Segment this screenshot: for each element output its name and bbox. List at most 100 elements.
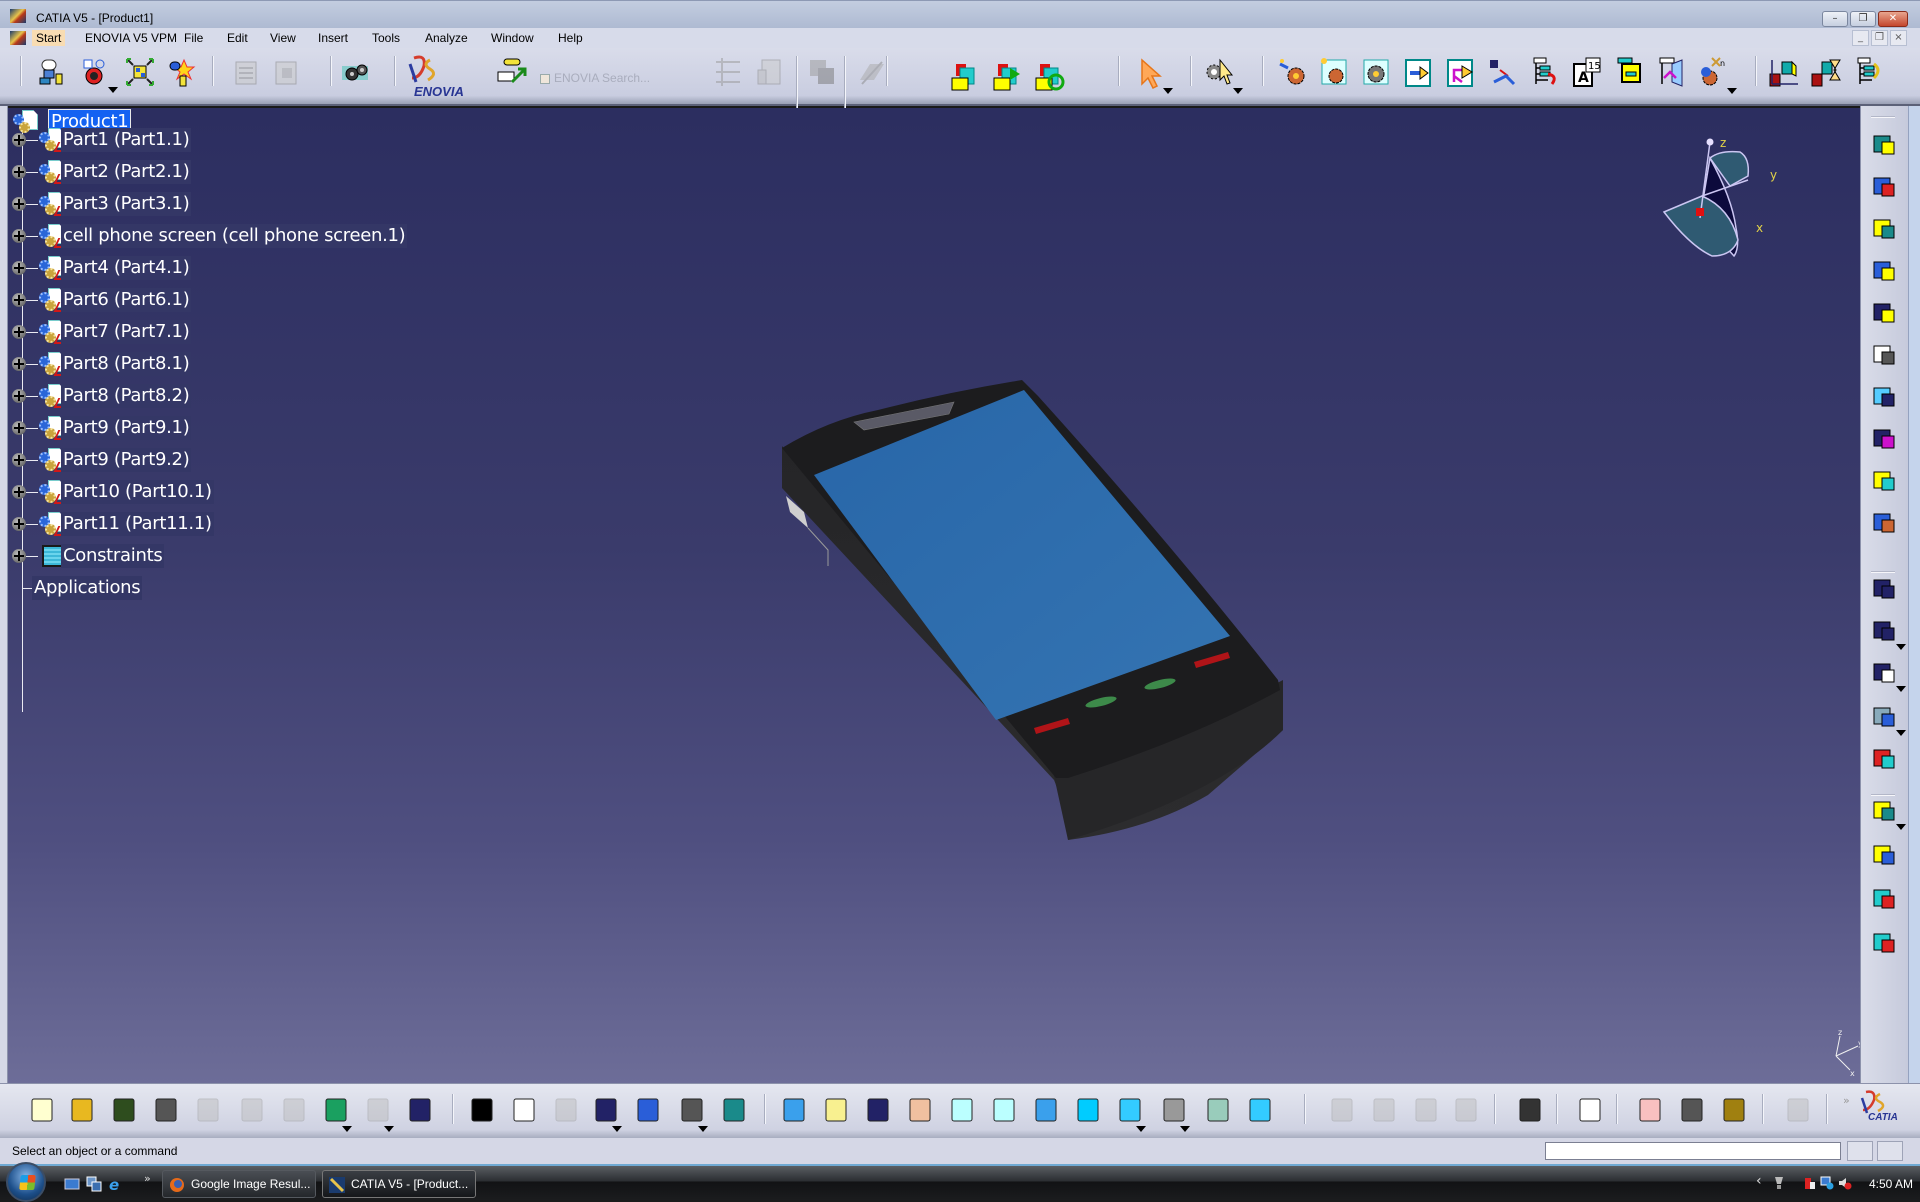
menu-edit[interactable]: Edit	[223, 30, 252, 46]
menu-insert[interactable]: Insert	[314, 30, 352, 46]
constraint-angle-icon[interactable]	[1869, 658, 1899, 688]
comment-icon[interactable]	[508, 1094, 540, 1126]
swap-visible-space-icon[interactable]	[1244, 1094, 1276, 1126]
lock-icon[interactable]	[676, 1094, 708, 1126]
tree-expand-icon[interactable]	[1869, 928, 1899, 958]
bill-of-material-icon[interactable]	[1486, 56, 1518, 88]
compass-handle[interactable]	[1706, 138, 1714, 146]
disabled-tool-icon[interactable]	[806, 56, 838, 88]
dropdown-arrow[interactable]	[698, 1126, 708, 1132]
space-analysis-icon[interactable]	[1869, 130, 1899, 160]
shading-icon[interactable]	[1158, 1094, 1190, 1126]
generate-numbering-icon[interactable]	[1444, 56, 1476, 88]
tray-expand-button[interactable]: ‹	[1756, 1173, 1762, 1189]
expand-plus-icon[interactable]	[12, 485, 26, 499]
dropdown-arrow[interactable]	[1180, 1126, 1190, 1132]
catalog-browser-icon[interactable]	[36, 56, 68, 88]
cut-icon[interactable]	[192, 1094, 224, 1126]
tray-volume-muted-icon[interactable]	[1838, 1176, 1852, 1190]
replace-component-icon[interactable]	[1360, 56, 1392, 88]
save-icon[interactable]	[108, 1094, 140, 1126]
comments-2-icon[interactable]	[1450, 1094, 1482, 1126]
dropdown-arrow[interactable]	[1727, 88, 1737, 94]
enovia-send-icon[interactable]	[496, 56, 528, 88]
paperclip-snap-icon[interactable]	[1869, 340, 1899, 370]
tray-network-icon[interactable]	[1820, 1176, 1834, 1190]
send-to-icon[interactable]	[992, 62, 1024, 94]
reconnect-icon[interactable]	[1869, 744, 1899, 774]
expand-plus-icon[interactable]	[12, 517, 26, 531]
compass-icon[interactable]: z y x	[1660, 138, 1800, 258]
product-manager-icon[interactable]	[78, 56, 110, 88]
tree-item-label[interactable]: Part8 (Part8.2)	[61, 384, 192, 408]
measure-item-icon[interactable]	[1676, 1094, 1708, 1126]
dismiss-icon[interactable]	[1326, 1094, 1358, 1126]
tree-item-label[interactable]: Part8 (Part8.1)	[61, 352, 192, 376]
redo-icon[interactable]	[362, 1094, 394, 1126]
tree-item-label[interactable]: Part6 (Part6.1)	[61, 288, 192, 312]
dropdown-arrow[interactable]	[1163, 88, 1173, 94]
explode-icon[interactable]	[1869, 424, 1899, 454]
taskbar-catia[interactable]: CATIA V5 - [Product...	[322, 1170, 476, 1198]
copy-icon[interactable]	[236, 1094, 268, 1126]
print-icon[interactable]	[150, 1094, 182, 1126]
fix-together-icon[interactable]	[1869, 508, 1899, 538]
table-icon[interactable]	[590, 1094, 622, 1126]
pan-icon[interactable]	[862, 1094, 894, 1126]
dropdown-arrow[interactable]	[612, 1126, 622, 1132]
3d-viewport[interactable]: Product1 Part1 (Part1.1) Part2 (Part2.1) P…	[8, 108, 1860, 1083]
selective-load-icon[interactable]	[1528, 56, 1560, 88]
normal-view-icon[interactable]	[1030, 1094, 1062, 1126]
dropdown-arrow[interactable]	[1136, 1126, 1146, 1132]
show-desktop-icon[interactable]	[64, 1176, 80, 1192]
tray-clock[interactable]: 4:50 AM	[1869, 1177, 1913, 1191]
quicklaunch-more[interactable]: »	[144, 1172, 151, 1185]
start-button[interactable]	[6, 1162, 46, 1202]
constraint-fix-icon[interactable]	[1869, 702, 1899, 732]
taskbar-firefox[interactable]: Google Image Resul...	[162, 1170, 316, 1198]
measure-inertia-icon[interactable]	[1718, 1094, 1750, 1126]
new-component-icon[interactable]	[164, 56, 196, 88]
close-button[interactable]: ✕	[1878, 11, 1908, 27]
more-tools-chevron[interactable]: »	[1843, 1094, 1850, 1107]
menu-tools[interactable]: Tools	[368, 30, 404, 46]
toolbar-grip[interactable]	[1871, 571, 1895, 573]
disabled-tool-icon[interactable]	[754, 56, 786, 88]
knowledge-select-icon[interactable]	[1204, 56, 1236, 88]
dropdown-arrow[interactable]	[108, 87, 118, 93]
tree-item-label[interactable]: Part9 (Part9.2)	[61, 448, 192, 472]
expand-plus-icon[interactable]	[12, 165, 26, 179]
manipulation-icon[interactable]	[1869, 382, 1899, 412]
macro-icon[interactable]	[1574, 1094, 1606, 1126]
tray-trophy-icon[interactable]	[1772, 1176, 1786, 1190]
expand-plus-icon[interactable]	[12, 229, 26, 243]
doc-minimize-button[interactable]: _	[1852, 30, 1869, 46]
flexible-sub-assembly-icon[interactable]	[1810, 56, 1842, 88]
tree-item-label[interactable]: cell phone screen (cell phone screen.1)	[61, 224, 408, 248]
multi-view-icon[interactable]	[1072, 1094, 1104, 1126]
tree-item-label[interactable]: Part2 (Part2.1)	[61, 160, 192, 184]
expand-plus-icon[interactable]	[12, 133, 26, 147]
comments-1-icon[interactable]	[1410, 1094, 1442, 1126]
command-search-button[interactable]	[1877, 1141, 1903, 1161]
cell-phone-model[interactable]	[768, 340, 1288, 920]
isometric-view-icon[interactable]	[1114, 1094, 1146, 1126]
select-arrow-icon[interactable]	[1136, 58, 1168, 90]
minimize-button[interactable]: –	[1822, 11, 1848, 27]
graph-tree-reorder-icon[interactable]	[1402, 56, 1434, 88]
disabled-doc-icon[interactable]	[230, 56, 262, 88]
measure-between-icon[interactable]	[1634, 1094, 1666, 1126]
tree-item-label[interactable]: Part10 (Part10.1)	[61, 480, 214, 504]
rotate-icon[interactable]	[904, 1094, 936, 1126]
doc-close-button[interactable]: ×	[1890, 30, 1907, 46]
toolbar-grip[interactable]	[1871, 116, 1895, 118]
publication-icon[interactable]	[1768, 56, 1800, 88]
expand-plus-icon[interactable]	[12, 261, 26, 275]
tree-item-label[interactable]: Part11 (Part11.1)	[61, 512, 214, 536]
catia-app-icon[interactable]	[10, 9, 26, 23]
enovia-search-checkbox[interactable]	[540, 74, 550, 84]
tree-item-label[interactable]: Applications	[32, 576, 143, 600]
menu-enovia[interactable]: ENOVIA V5 VPM	[81, 30, 181, 46]
formula-icon[interactable]	[466, 1094, 498, 1126]
command-input[interactable]	[1545, 1142, 1841, 1160]
